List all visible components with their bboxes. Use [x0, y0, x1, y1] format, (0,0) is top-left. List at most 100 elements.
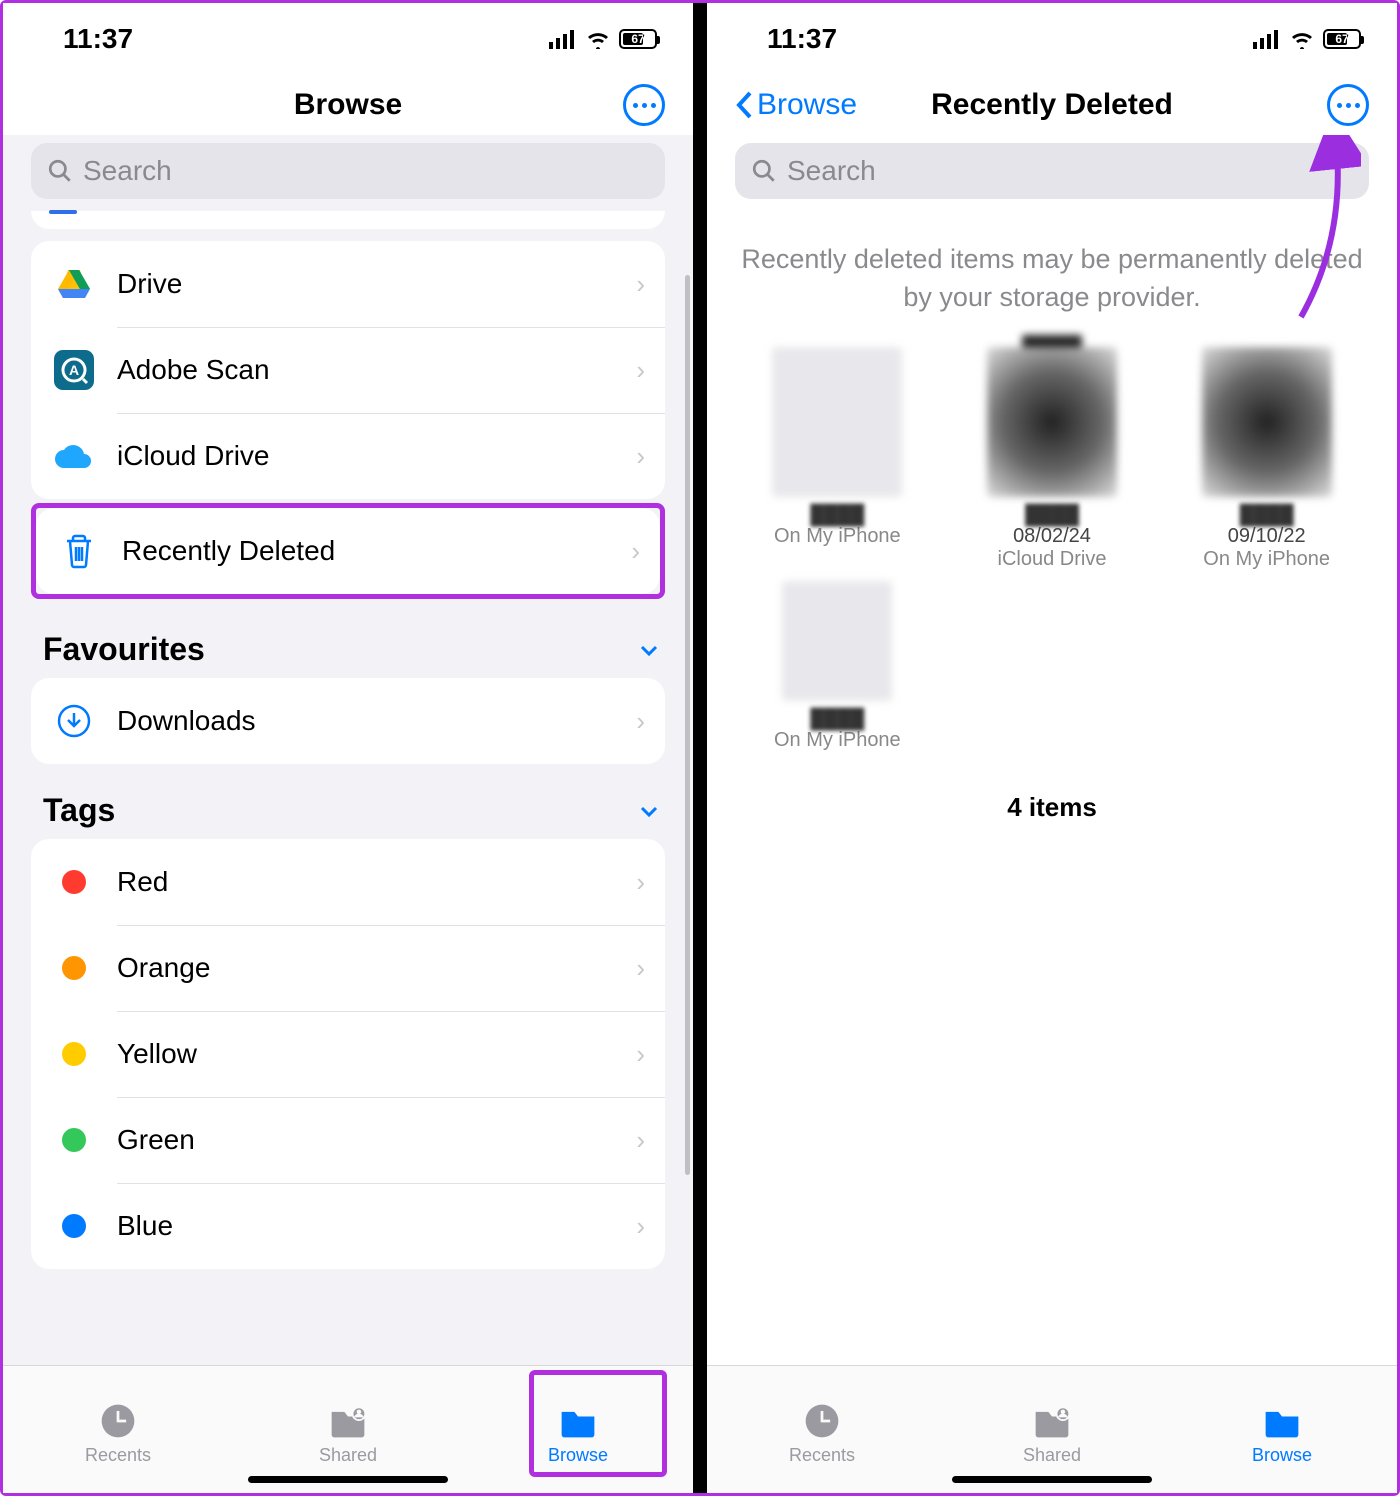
wifi-icon [1289, 29, 1315, 49]
back-button[interactable]: Browse [735, 88, 857, 122]
tag-row-red[interactable]: Red › [31, 839, 665, 925]
cellular-icon [1253, 29, 1281, 49]
file-date: 08/02/24 [1013, 525, 1091, 548]
status-bar: 11:37 67 [3, 3, 693, 75]
file-location: On My iPhone [774, 525, 901, 548]
phone-browse-screen: 11:37 67 Browse Search Drive [3, 3, 693, 1493]
tag-color-icon [51, 945, 97, 991]
adobe-scan-icon: A [51, 347, 97, 393]
file-grid: ████ On My iPhone ████ 08/02/24 iCloud D… [707, 337, 1397, 762]
search-icon [47, 158, 73, 184]
search-input[interactable]: Search [735, 143, 1369, 199]
tag-row-yellow[interactable]: Yellow › [31, 1011, 665, 1097]
file-date: 09/10/22 [1228, 525, 1306, 548]
more-button[interactable] [1327, 84, 1369, 126]
location-row-adobe[interactable]: A Adobe Scan › [31, 327, 665, 413]
tag-color-icon [51, 1031, 97, 1077]
shared-folder-icon [1030, 1401, 1074, 1441]
drive-icon [51, 261, 97, 307]
back-label: Browse [757, 88, 857, 122]
clock-icon [800, 1401, 844, 1441]
item-count: 4 items [707, 762, 1397, 833]
tag-label: Blue [117, 1210, 636, 1242]
file-name: ████ [1240, 505, 1294, 525]
file-name: ████ [810, 709, 864, 729]
wifi-icon [585, 29, 611, 49]
more-button[interactable] [623, 84, 665, 126]
search-input[interactable]: Search [31, 143, 665, 199]
chevron-left-icon [735, 90, 755, 120]
status-indicators: 67 [549, 29, 657, 49]
folder-icon [556, 1401, 600, 1441]
tab-bar: Recents Shared Browse [707, 1365, 1397, 1493]
location-row-icloud[interactable]: iCloud Drive › [31, 413, 665, 499]
tab-shared[interactable]: Shared [937, 1366, 1167, 1493]
tab-recents[interactable]: Recents [3, 1366, 233, 1493]
battery-icon: 67 [619, 29, 657, 49]
tag-row-green[interactable]: Green › [31, 1097, 665, 1183]
status-time: 11:37 [63, 23, 133, 55]
tab-bar: Recents Shared Browse [3, 1365, 693, 1493]
tab-label: Shared [1023, 1445, 1081, 1466]
file-item[interactable]: ████ 09/10/22 On My iPhone [1164, 347, 1369, 571]
file-item[interactable]: ████ On My iPhone [735, 581, 940, 752]
page-title: Browse [3, 88, 693, 122]
chevron-right-icon: › [636, 1039, 645, 1070]
file-thumbnail [1202, 347, 1332, 497]
tag-row-orange[interactable]: Orange › [31, 925, 665, 1011]
trash-icon [56, 528, 102, 574]
search-icon [751, 158, 777, 184]
tab-label: Browse [548, 1445, 608, 1466]
search-placeholder: Search [787, 155, 876, 187]
favourites-row-downloads[interactable]: Downloads › [31, 678, 665, 764]
cellular-icon [549, 29, 577, 49]
folder-icon [1260, 1401, 1304, 1441]
tab-label: Recents [85, 1445, 151, 1466]
chevron-right-icon: › [636, 706, 645, 737]
scroll-indicator[interactable] [685, 275, 690, 1175]
file-location: On My iPhone [774, 729, 901, 752]
file-location: On My iPhone [1203, 548, 1330, 571]
shared-folder-icon [326, 1401, 370, 1441]
info-text: Recently deleted items may be permanentl… [707, 211, 1397, 337]
tab-shared[interactable]: Shared [233, 1366, 463, 1493]
location-label: Drive [117, 268, 636, 300]
file-name: ████ [810, 505, 864, 525]
clock-icon [96, 1401, 140, 1441]
chevron-right-icon: › [631, 536, 640, 567]
chevron-down-icon [637, 799, 661, 823]
tag-label: Yellow [117, 1038, 636, 1070]
file-name: ████ [1025, 505, 1079, 525]
tab-label: Browse [1252, 1445, 1312, 1466]
tag-row-blue[interactable]: Blue › [31, 1183, 665, 1269]
location-label: Adobe Scan [117, 354, 636, 386]
location-row-recently-deleted[interactable]: Recently Deleted › [36, 508, 660, 594]
chevron-right-icon: › [636, 867, 645, 898]
search-placeholder: Search [83, 155, 172, 187]
tab-recents[interactable]: Recents [707, 1366, 937, 1493]
file-thumbnail [782, 581, 892, 701]
location-label: iCloud Drive [117, 440, 636, 472]
location-label: Recently Deleted [122, 535, 631, 567]
location-row-drive[interactable]: Drive › [31, 241, 665, 327]
favourites-list: Downloads › [31, 678, 665, 764]
downloads-icon [51, 698, 97, 744]
favourites-header[interactable]: Favourites [3, 603, 693, 678]
tab-browse[interactable]: Browse [463, 1366, 693, 1493]
chevron-right-icon: › [636, 1125, 645, 1156]
tab-browse[interactable]: Browse [1167, 1366, 1397, 1493]
home-indicator[interactable] [952, 1476, 1152, 1483]
tags-header[interactable]: Tags [3, 764, 693, 839]
file-item[interactable]: ████ On My iPhone [735, 347, 940, 571]
chevron-right-icon: › [636, 269, 645, 300]
chevron-right-icon: › [636, 953, 645, 984]
tags-list: Red › Orange › Yellow › Green › Blue [31, 839, 665, 1269]
home-indicator[interactable] [248, 1476, 448, 1483]
file-item[interactable]: ████ 08/02/24 iCloud Drive [950, 347, 1155, 571]
chevron-right-icon: › [636, 441, 645, 472]
tag-color-icon [51, 859, 97, 905]
file-thumbnail [772, 347, 902, 497]
previous-row-edge [31, 211, 665, 229]
tag-label: Orange [117, 952, 636, 984]
highlight-recently-deleted: Recently Deleted › [31, 503, 665, 599]
